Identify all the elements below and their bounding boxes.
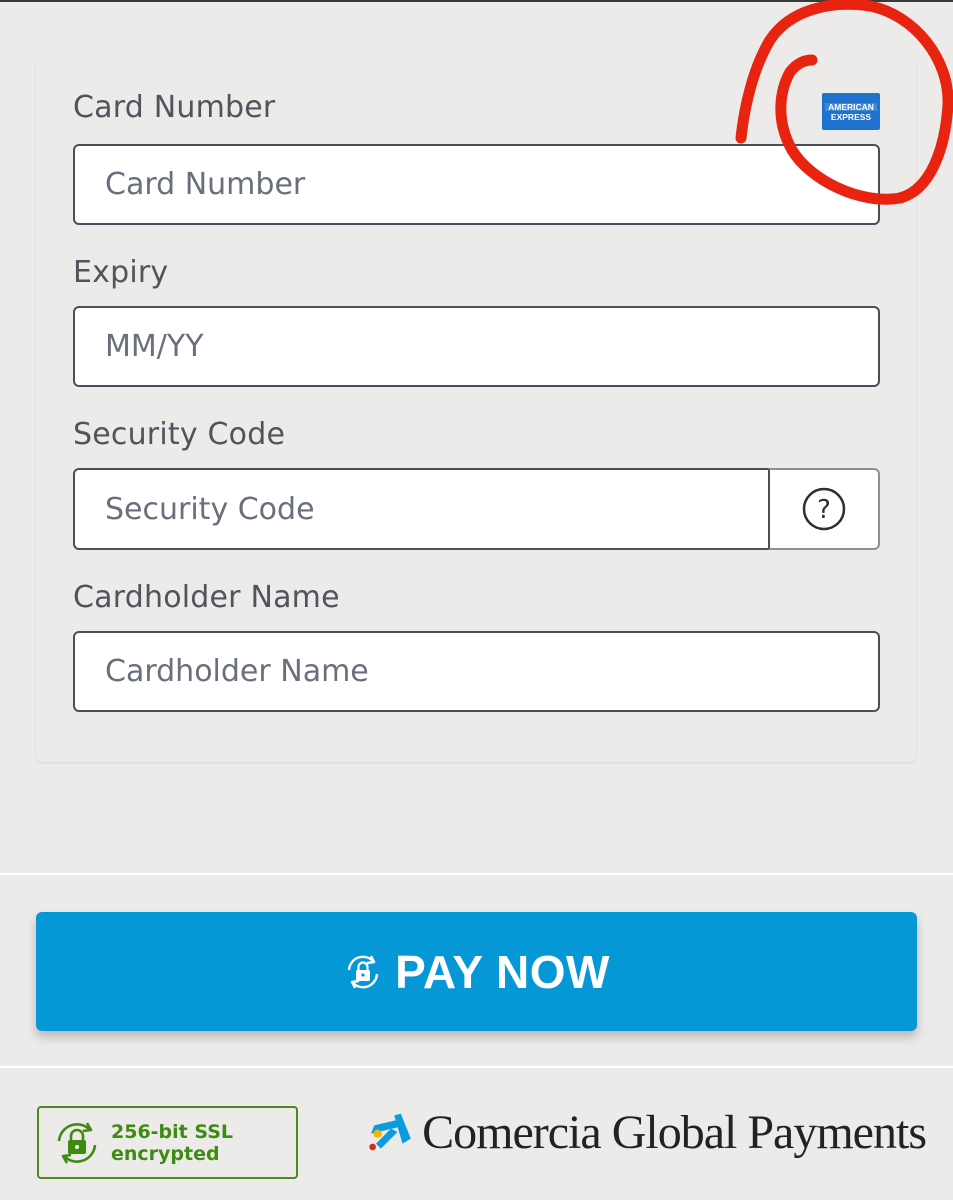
svg-text:AMERICAN: AMERICAN: [828, 102, 874, 112]
ssl-line1: 256-bit SSL: [111, 1120, 233, 1143]
pay-now-label: PAY NOW: [395, 945, 610, 998]
security-code-label: Security Code: [73, 417, 286, 452]
question-circle-icon: ?: [802, 487, 846, 531]
expiry-label: Expiry: [73, 255, 169, 290]
star-logo-icon: [369, 1113, 411, 1151]
amex-logo-icon: AMERICAN EXPRESS: [822, 93, 880, 130]
expiry-input[interactable]: [75, 308, 878, 385]
top-border: [0, 0, 953, 2]
card-number-field[interactable]: [73, 144, 880, 225]
brand-name: Comercia Global Payments: [422, 1105, 927, 1159]
lock-refresh-icon: [347, 954, 379, 989]
cardholder-name-input[interactable]: [75, 633, 878, 710]
svg-text:EXPRESS: EXPRESS: [831, 112, 871, 122]
lock-refresh-icon: [57, 1121, 97, 1164]
cardholder-name-field[interactable]: [73, 631, 880, 712]
card-number-input[interactable]: [75, 146, 878, 223]
security-code-field[interactable]: [73, 468, 770, 550]
cardholder-name-label: Cardholder Name: [73, 580, 340, 615]
security-code-group: ?: [73, 468, 880, 550]
section-divider: [0, 873, 953, 875]
footer-divider: [0, 1066, 953, 1068]
card-number-label: Card Number: [73, 90, 276, 125]
comercia-brand-logo: Comercia Global Payments: [366, 1102, 927, 1162]
ssl-line2: encrypted: [111, 1142, 220, 1165]
security-code-help-button[interactable]: ?: [768, 468, 880, 550]
security-code-input[interactable]: [75, 470, 768, 548]
expiry-field[interactable]: [73, 306, 880, 387]
svg-text:?: ?: [817, 495, 831, 525]
pay-now-button[interactable]: PAY NOW: [36, 912, 917, 1031]
ssl-badge: 256-bit SSL encrypted: [37, 1106, 298, 1179]
